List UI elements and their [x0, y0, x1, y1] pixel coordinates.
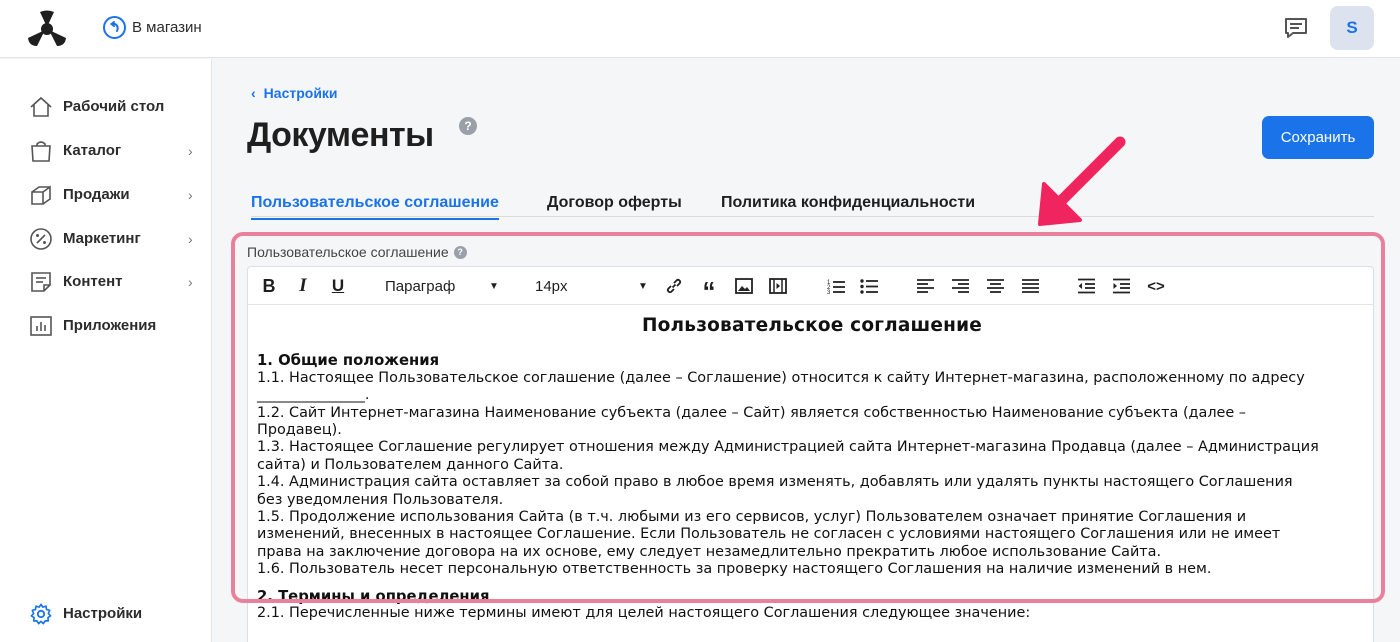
document-line: без уведомления Пользователя.: [257, 491, 504, 508]
back-circle-icon: [103, 16, 126, 39]
home-icon: [30, 96, 52, 117]
page-title: Документы: [247, 116, 434, 154]
sidebar-item-dashboard[interactable]: Рабочий стол: [0, 87, 212, 127]
help-icon[interactable]: ?: [453, 245, 467, 259]
document-line: 1.2. Сайт Интернет-магазина Наименование…: [257, 404, 1247, 421]
chevron-right-icon: ›: [188, 274, 193, 290]
document-line: 1.3. Настоящее Соглашение регулирует отн…: [257, 439, 1319, 456]
rich-text-editor[interactable]: B I U Параграф ▼ 14px ▼ “ 123 <> Пользов…: [247, 266, 1374, 642]
font-size-select[interactable]: 14px ▼: [535, 275, 650, 297]
sidebar-item-label: Маркетинг: [63, 230, 141, 247]
code-view-icon[interactable]: <>: [1146, 275, 1166, 297]
image-icon[interactable]: [734, 275, 754, 297]
bar-chart-icon: [30, 316, 52, 336]
sidebar-item-label: Каталог: [63, 142, 122, 159]
document-line: права на заключение договора на их основ…: [257, 543, 1162, 560]
editor-field-label: Пользовательское соглашение ?: [247, 244, 467, 260]
logo-icon[interactable]: [26, 10, 68, 48]
link-icon[interactable]: [664, 275, 684, 297]
document-line: изменений, внесенных в настоящее Соглаше…: [257, 526, 1281, 543]
gear-icon: [30, 603, 52, 625]
chevron-right-icon: ›: [188, 187, 193, 203]
sidebar-item-catalog[interactable]: Каталог ›: [0, 131, 212, 171]
paragraph-select[interactable]: Параграф ▼: [385, 275, 500, 297]
sidebar-item-sales[interactable]: Продажи ›: [0, 175, 212, 215]
font-size-select-value: 14px: [535, 277, 568, 295]
bullet-list-icon[interactable]: [859, 275, 879, 297]
document-icon: [31, 272, 51, 292]
shopping-bag-icon: [31, 141, 51, 162]
document-line: 1.5. Продолжение использования Сайта (в …: [257, 509, 1247, 526]
document-tabs: Пользовательское соглашение Договор офер…: [251, 186, 1374, 220]
underline-icon[interactable]: U: [329, 275, 347, 297]
italic-icon[interactable]: I: [294, 275, 312, 297]
sidebar-item-label: Рабочий стол: [63, 98, 165, 115]
align-left-icon[interactable]: [915, 275, 935, 297]
align-center-icon[interactable]: [985, 275, 1005, 297]
percent-icon: [30, 228, 52, 250]
breadcrumb[interactable]: ‹ Настройки: [251, 85, 338, 101]
indent-icon[interactable]: [1111, 275, 1131, 297]
paragraph-select-value: Параграф: [385, 277, 456, 295]
chevron-left-icon: ‹: [251, 85, 256, 101]
sidebar-item-label: Настройки: [63, 605, 143, 622]
document-line: 2.1. Перечисленные ниже термины имеют дл…: [257, 605, 1031, 622]
sidebar-item-apps[interactable]: Приложения: [0, 306, 212, 346]
back-to-store-link[interactable]: В магазин: [103, 16, 202, 39]
document-line: 1.4. Администрация сайта оставляет за со…: [257, 474, 1293, 491]
sidebar: Рабочий стол Каталог › Продажи › Маркети…: [0, 59, 212, 642]
save-button[interactable]: Сохранить: [1262, 116, 1374, 159]
field-label-text: Пользовательское соглашение: [247, 244, 449, 260]
sales-icon: [31, 185, 51, 205]
breadcrumb-label: Настройки: [263, 85, 338, 101]
document-line: Продавец).: [257, 422, 342, 439]
sidebar-item-label: Контент: [63, 273, 123, 290]
sidebar-item-marketing[interactable]: Маркетинг ›: [0, 219, 212, 259]
sidebar-item-settings[interactable]: Настройки: [0, 594, 212, 634]
tab-privacy-policy[interactable]: Политика конфиденциальности: [721, 194, 975, 212]
chevron-right-icon: ›: [188, 231, 193, 247]
section-heading: 2. Термины и определения: [257, 587, 490, 605]
user-avatar[interactable]: S: [1330, 6, 1374, 50]
document-title: Пользовательское соглашение: [641, 315, 983, 336]
document-line: 1.6. Пользователь несет персональную отв…: [257, 561, 1212, 578]
caret-down-icon: ▼: [638, 280, 648, 292]
blockquote-icon[interactable]: “: [699, 275, 719, 306]
document-content[interactable]: Пользовательское соглашение 1. Общие пол…: [257, 315, 1367, 623]
bold-icon[interactable]: B: [260, 275, 278, 297]
section-heading: 1. Общие положения: [257, 352, 440, 370]
svg-text:3: 3: [827, 290, 831, 295]
document-line: _______________.: [257, 387, 370, 404]
chevron-right-icon: ›: [188, 143, 193, 159]
editor-toolbar: B I U Параграф ▼ 14px ▼ “ 123 <>: [248, 267, 1373, 306]
align-right-icon[interactable]: [950, 275, 970, 297]
sidebar-item-label: Приложения: [63, 317, 157, 334]
top-bar: В магазин S: [0, 0, 1400, 58]
chat-icon[interactable]: [1284, 17, 1308, 39]
sidebar-item-content[interactable]: Контент ›: [0, 262, 212, 302]
tab-user-agreement[interactable]: Пользовательское соглашение: [251, 194, 499, 220]
document-line: сайта) и Пользователем данного Сайта.: [257, 456, 564, 473]
tab-offer-contract[interactable]: Договор оферты: [547, 194, 682, 212]
video-icon[interactable]: [768, 275, 788, 297]
ordered-list-icon[interactable]: 123: [826, 275, 846, 297]
outdent-icon[interactable]: [1076, 275, 1096, 297]
back-to-store-label: В магазин: [132, 19, 202, 36]
sidebar-item-label: Продажи: [63, 186, 130, 203]
help-icon[interactable]: ?: [459, 117, 477, 135]
document-line: 1.1. Настоящее Пользовательское соглашен…: [257, 369, 1305, 386]
caret-down-icon: ▼: [489, 280, 499, 292]
align-justify-icon[interactable]: [1020, 275, 1040, 297]
